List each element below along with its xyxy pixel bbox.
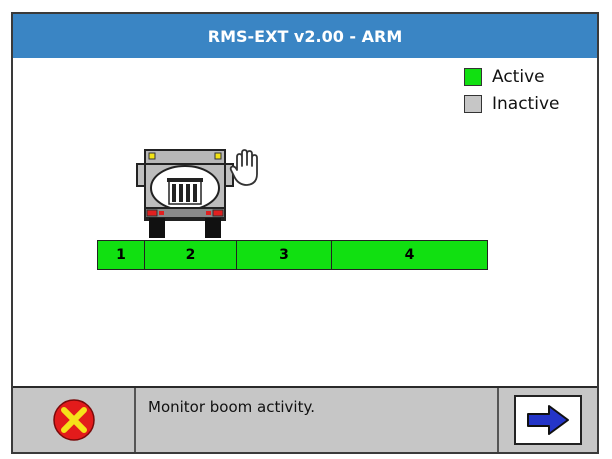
window-title: RMS-EXT v2.00 - ARM [207,26,403,46]
boom-segment-2[interactable]: 2 [145,241,237,269]
app-window: RMS-EXT v2.00 - ARM Active Inactive 1 2 … [11,12,599,454]
boom-segment-4[interactable]: 4 [332,241,487,269]
boom-segment-1[interactable]: 1 [98,241,145,269]
legend-swatch-active [464,68,482,86]
title-bar: RMS-EXT v2.00 - ARM [13,14,597,58]
cancel-button[interactable] [13,388,136,452]
status-message-panel: Monitor boom activity. [136,388,499,452]
legend-item-inactive: Inactive [464,94,559,114]
legend-swatch-inactive [464,95,482,113]
cancel-x-icon [52,399,95,441]
status-message: Monitor boom activity. [148,398,315,416]
boom-segment-label: 2 [185,247,196,263]
next-button-cell [499,388,597,452]
boom-segment-3[interactable]: 3 [237,241,332,269]
next-button[interactable] [514,395,582,445]
boom-segment-label: 1 [116,247,126,263]
legend-item-active: Active [464,67,545,87]
legend-label-active: Active [492,67,545,87]
boom-segment-bar: 1 2 3 4 [97,240,488,270]
tanker-truck-icon [136,149,234,238]
arrow-right-icon [527,405,569,435]
boom-segment-label: 3 [279,247,289,263]
bottom-bar: Monitor boom activity. [13,388,597,452]
hand-stop-icon [229,149,258,186]
legend-label-inactive: Inactive [492,94,560,114]
main-panel: Active Inactive 1 2 3 4 [13,58,597,388]
boom-segment-label: 4 [404,247,415,263]
